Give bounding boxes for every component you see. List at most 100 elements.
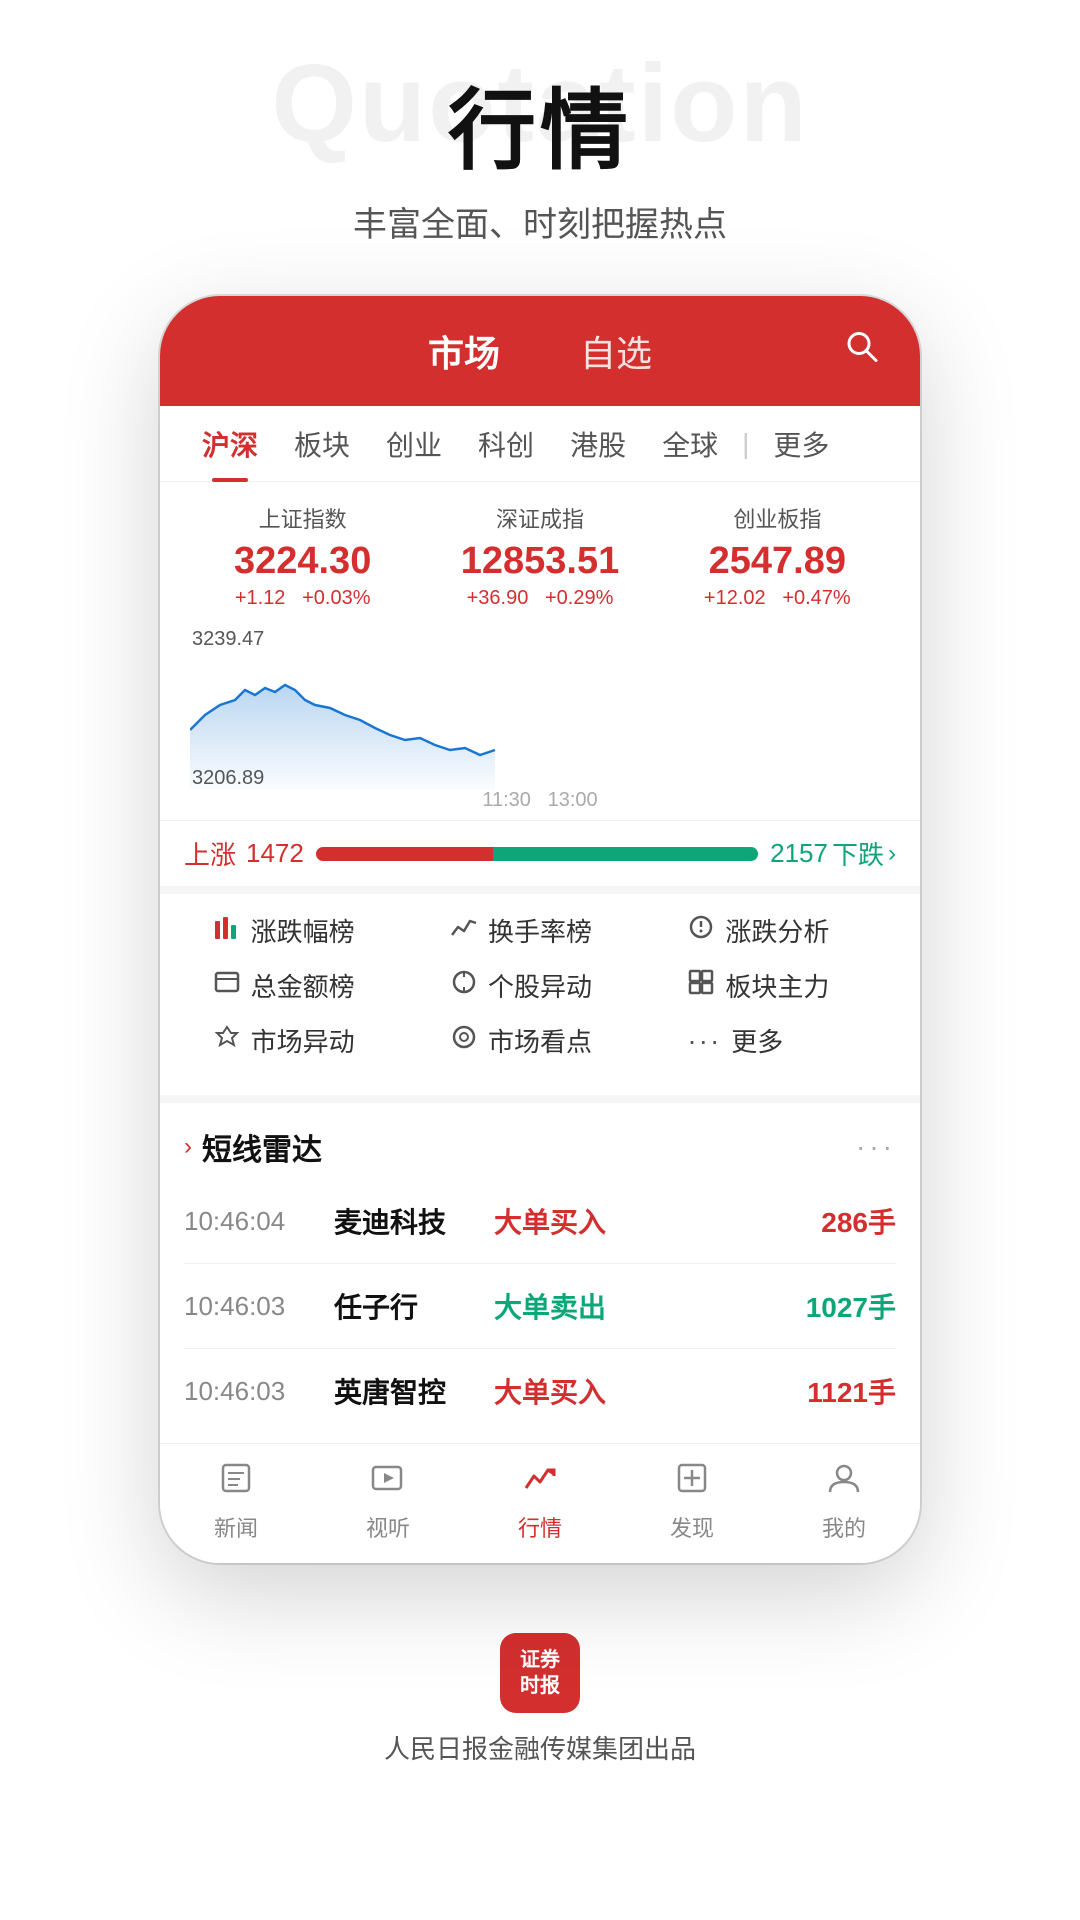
topnav-tabs: 市场 自选 [428, 325, 652, 377]
index-card-szcomp[interactable]: 深证成指 12853.51 +36.90 +0.29% [421, 502, 658, 610]
index-name-2: 创业板指 [659, 502, 896, 534]
index-change-0: +1.12 +0.03% [184, 587, 421, 610]
analysis-icon [687, 913, 715, 948]
radar-action-2: 大单买入 [494, 1371, 807, 1411]
radar-chevron-icon: › [184, 1133, 192, 1161]
radar-row-1[interactable]: 10:46:03 任子行 大单卖出 1027手 [184, 1264, 896, 1349]
topnav-tab-watchlist[interactable]: 自选 [580, 325, 652, 377]
index-change-1: +36.90 +0.29% [421, 587, 658, 610]
turnover-icon [450, 913, 478, 948]
radar-action-1: 大单卖出 [494, 1286, 806, 1326]
nav-item-market[interactable]: 行情 [518, 1460, 562, 1543]
nav-label-profile: 我的 [822, 1511, 866, 1543]
rise-fall-bar: 上涨 1472 2157 下跌 › [160, 820, 920, 886]
index-value-2: 2547.89 [659, 540, 896, 583]
feature-item-turnover[interactable]: 换手率榜 [450, 912, 630, 949]
market-view-icon [450, 1023, 478, 1058]
radar-stock-0: 麦迪科技 [334, 1201, 494, 1241]
market-move-icon [213, 1023, 241, 1058]
index-card-shcomp[interactable]: 上证指数 3224.30 +1.12 +0.03% [184, 502, 421, 610]
radar-row-2[interactable]: 10:46:03 英唐智控 大单买入 1121手 [184, 1349, 896, 1433]
amount-icon [213, 968, 241, 1003]
feature-item-market-view[interactable]: 市场看点 [450, 1022, 630, 1059]
news-icon [218, 1460, 254, 1505]
feature-item-analysis[interactable]: 涨跌分析 [687, 912, 867, 949]
radar-stock-2: 英唐智控 [334, 1371, 494, 1411]
discover-icon [674, 1460, 710, 1505]
nav-label-discover: 发现 [670, 1511, 714, 1543]
tab-chuangye[interactable]: 创业 [368, 406, 460, 482]
bar-track [316, 847, 758, 861]
feature-label-turnover: 换手率榜 [488, 912, 592, 949]
feature-row-2: 总金额榜 个股异动 板块主力 [184, 967, 896, 1004]
tab-divider: | [736, 428, 755, 460]
market-icon [522, 1460, 558, 1505]
profile-icon [826, 1460, 862, 1505]
radar-stock-1: 任子行 [334, 1286, 494, 1326]
rise-count: 1472 [246, 838, 304, 869]
feature-item-stock-move[interactable]: 个股异动 [450, 967, 630, 1004]
fall-count: 2157 [770, 838, 828, 869]
page-header: Quotation 行情 丰富全面、时刻把握热点 [0, 0, 1080, 266]
index-cards: 上证指数 3224.30 +1.12 +0.03% 深证成指 12853.51 … [160, 482, 920, 620]
feature-item-more[interactable]: ··· 更多 [687, 1022, 867, 1059]
feature-item-amount[interactable]: 总金额榜 [213, 967, 393, 1004]
tab-sector[interactable]: 板块 [276, 406, 368, 482]
feature-item-sector-main[interactable]: 板块主力 [687, 967, 867, 1004]
tab-hk[interactable]: 港股 [552, 406, 644, 482]
tab-global[interactable]: 全球 [644, 406, 736, 482]
tab-husheen[interactable]: 沪深 [184, 406, 276, 482]
radar-action-0: 大单买入 [494, 1201, 821, 1241]
radar-more-icon[interactable]: ··· [856, 1131, 896, 1163]
feature-item-market-move[interactable]: 市场异动 [213, 1022, 393, 1059]
index-value-0: 3224.30 [184, 540, 421, 583]
bar-fall [493, 847, 758, 861]
radar-section: › 短线雷达 ··· 10:46:04 麦迪科技 大单买入 286手 10:46… [160, 1095, 920, 1443]
index-name-1: 深证成指 [421, 502, 658, 534]
chart-svg [190, 620, 500, 800]
nav-item-profile[interactable]: 我的 [822, 1460, 866, 1543]
radar-time-2: 10:46:03 [184, 1376, 334, 1407]
bottom-nav: 新闻 视听 行情 发现 我的 [160, 1443, 920, 1563]
radar-row-0[interactable]: 10:46:04 麦迪科技 大单买入 286手 [184, 1179, 896, 1264]
more-dots-icon: ··· [687, 1025, 721, 1057]
radar-volume-2: 1121手 [807, 1371, 896, 1411]
radar-title: 短线雷达 [202, 1125, 322, 1169]
page-subtitle: 丰富全面、时刻把握热点 [0, 197, 1080, 246]
feature-row-1: 涨跌幅榜 换手率榜 涨跌分析 [184, 912, 896, 949]
bar-rise [316, 847, 493, 861]
radar-time-0: 10:46:04 [184, 1206, 334, 1237]
feature-grid: 涨跌幅榜 换手率榜 涨跌分析 总金额榜 [160, 886, 920, 1095]
topnav-tab-market[interactable]: 市场 [428, 325, 500, 377]
phone-frame: 市场 自选 沪深 板块 创业 科创 港股 全球 | 更多 上证指数 3224.3… [160, 296, 920, 1563]
tab-kechuang[interactable]: 科创 [460, 406, 552, 482]
feature-label-market-view: 市场看点 [488, 1022, 592, 1059]
index-name-0: 上证指数 [184, 502, 421, 534]
radar-header: › 短线雷达 ··· [184, 1125, 896, 1169]
footer-credit: 人民日报金融传媒集团出品 [384, 1729, 696, 1766]
search-icon[interactable] [844, 329, 880, 374]
rise-label: 上涨 [184, 835, 236, 872]
nav-label-news: 新闻 [214, 1511, 258, 1543]
radar-volume-0: 286手 [821, 1201, 896, 1241]
page-title: 行情 [0, 60, 1080, 187]
index-card-gem[interactable]: 创业板指 2547.89 +12.02 +0.47% [659, 502, 896, 610]
feature-item-rise-fall[interactable]: 涨跌幅榜 [213, 912, 393, 949]
feature-label-market-move: 市场异动 [251, 1022, 355, 1059]
nav-item-av[interactable]: 视听 [366, 1460, 410, 1543]
av-icon [370, 1460, 406, 1505]
fall-arrow-icon[interactable]: › [888, 840, 896, 868]
index-value-1: 12853.51 [421, 540, 658, 583]
nav-label-market: 行情 [518, 1511, 562, 1543]
feature-label-stock-move: 个股异动 [488, 967, 592, 1004]
fall-label: 下跌 [832, 835, 884, 872]
radar-title-wrap: › 短线雷达 [184, 1125, 322, 1169]
rise-fall-icon [213, 913, 241, 948]
nav-item-news[interactable]: 新闻 [214, 1460, 258, 1543]
radar-time-1: 10:46:03 [184, 1291, 334, 1322]
tab-more[interactable]: 更多 [755, 406, 847, 482]
nav-item-discover[interactable]: 发现 [670, 1460, 714, 1543]
sector-main-icon [687, 968, 715, 1003]
market-tabs: 沪深 板块 创业 科创 港股 全球 | 更多 [160, 406, 920, 482]
footer-logo: 证券时报 [500, 1633, 580, 1713]
